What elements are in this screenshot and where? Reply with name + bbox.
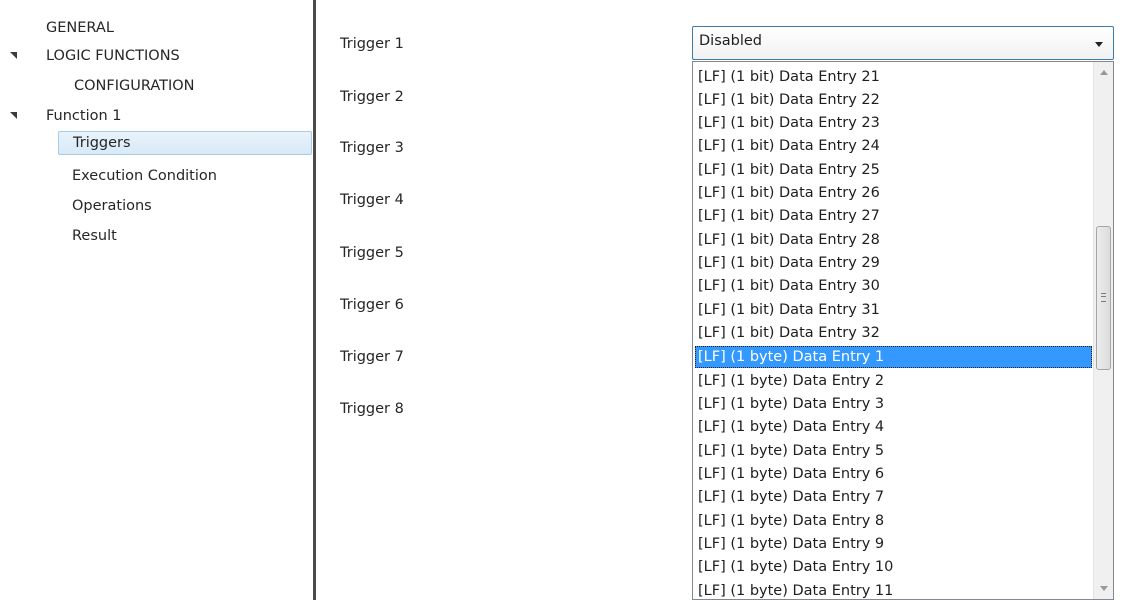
- dropdown-option[interactable]: [LF] (1 byte) Data Entry 5: [695, 440, 1092, 462]
- dropdown-option[interactable]: [LF] (1 bit) Data Entry 30: [695, 275, 1092, 297]
- dropdown-option[interactable]: [LF] (1 bit) Data Entry 24: [695, 135, 1092, 157]
- trigger-5-label: Trigger 5: [340, 245, 404, 261]
- trigger-6-label: Trigger 6: [340, 297, 404, 313]
- tree-item-triggers[interactable]: Triggers: [58, 131, 312, 155]
- dropdown-option[interactable]: [LF] (1 byte) Data Entry 9: [695, 533, 1092, 555]
- dropdown-option[interactable]: [LF] (1 byte) Data Entry 11: [695, 580, 1092, 599]
- tree-item-execution-condition[interactable]: Execution Condition: [72, 164, 217, 188]
- dropdown-option[interactable]: [LF] (1 byte) Data Entry 8: [695, 510, 1092, 532]
- scroll-down-arrow-icon[interactable]: [1100, 586, 1108, 591]
- trigger-7-label: Trigger 7: [340, 349, 404, 365]
- trigger-1-select[interactable]: Disabled: [692, 26, 1114, 60]
- dropdown-option[interactable]: [LF] (1 bit) Data Entry 22: [695, 89, 1092, 111]
- tree-item-result[interactable]: Result: [72, 224, 117, 248]
- dropdown-option[interactable]: [LF] (1 bit) Data Entry 21: [695, 66, 1092, 88]
- trigger-2-label: Trigger 2: [340, 89, 404, 105]
- tree-item-logic-functions[interactable]: LOGIC FUNCTIONS: [46, 44, 180, 68]
- main-panel: Trigger 1 Trigger 2 Trigger 3 Trigger 4 …: [316, 0, 1132, 600]
- dropdown-scrollbar[interactable]: [1093, 62, 1113, 599]
- dropdown-option[interactable]: [LF] (1 byte) Data Entry 2: [695, 370, 1092, 392]
- tree-item-configuration[interactable]: CONFIGURATION: [74, 74, 195, 98]
- tree-item-function-1[interactable]: Function 1: [46, 104, 122, 128]
- dropdown-option[interactable]: [LF] (1 bit) Data Entry 25: [695, 159, 1092, 181]
- trigger-4-label: Trigger 4: [340, 192, 404, 208]
- dropdown-option[interactable]: [LF] (1 byte) Data Entry 10: [695, 556, 1092, 578]
- dropdown-option[interactable]: [LF] (1 bit) Data Entry 23: [695, 112, 1092, 134]
- dropdown-option[interactable]: [LF] (1 bit) Data Entry 27: [695, 205, 1092, 227]
- trigger-1-label: Trigger 1: [340, 36, 404, 52]
- dropdown-list[interactable]: [LF] (1 bit) Data Entry 21 [LF] (1 bit) …: [692, 61, 1114, 600]
- dropdown-option[interactable]: [LF] (1 bit) Data Entry 28: [695, 229, 1092, 251]
- scrollbar-thumb[interactable]: [1096, 226, 1111, 370]
- dropdown-option[interactable]: [LF] (1 byte) Data Entry 7: [695, 486, 1092, 508]
- collapse-arrow-icon[interactable]: [10, 52, 17, 59]
- collapse-arrow-icon[interactable]: [10, 112, 17, 119]
- dropdown-option[interactable]: [LF] (1 byte) Data Entry 6: [695, 463, 1092, 485]
- dropdown-option[interactable]: [LF] (1 bit) Data Entry 26: [695, 182, 1092, 204]
- scroll-up-arrow-icon[interactable]: [1100, 70, 1108, 75]
- dropdown-option[interactable]: [LF] (1 byte) Data Entry 4: [695, 416, 1092, 438]
- tree-item-operations[interactable]: Operations: [72, 194, 152, 218]
- select-value: Disabled: [699, 33, 762, 49]
- grip-icon: [1101, 293, 1106, 302]
- sidebar-tree: GENERAL LOGIC FUNCTIONS CONFIGURATION Fu…: [0, 0, 316, 600]
- trigger-3-label: Trigger 3: [340, 140, 404, 156]
- dropdown-option[interactable]: [LF] (1 bit) Data Entry 32: [695, 322, 1092, 344]
- tree-item-general[interactable]: GENERAL: [46, 16, 114, 40]
- dropdown-option[interactable]: [LF] (1 bit) Data Entry 29: [695, 252, 1092, 274]
- dropdown-option[interactable]: [LF] (1 byte) Data Entry 3: [695, 393, 1092, 415]
- dropdown-option-highlighted[interactable]: [LF] (1 byte) Data Entry 1: [695, 346, 1092, 368]
- dropdown-option[interactable]: [LF] (1 bit) Data Entry 31: [695, 299, 1092, 321]
- chevron-down-icon[interactable]: [1095, 42, 1103, 47]
- trigger-8-label: Trigger 8: [340, 401, 404, 417]
